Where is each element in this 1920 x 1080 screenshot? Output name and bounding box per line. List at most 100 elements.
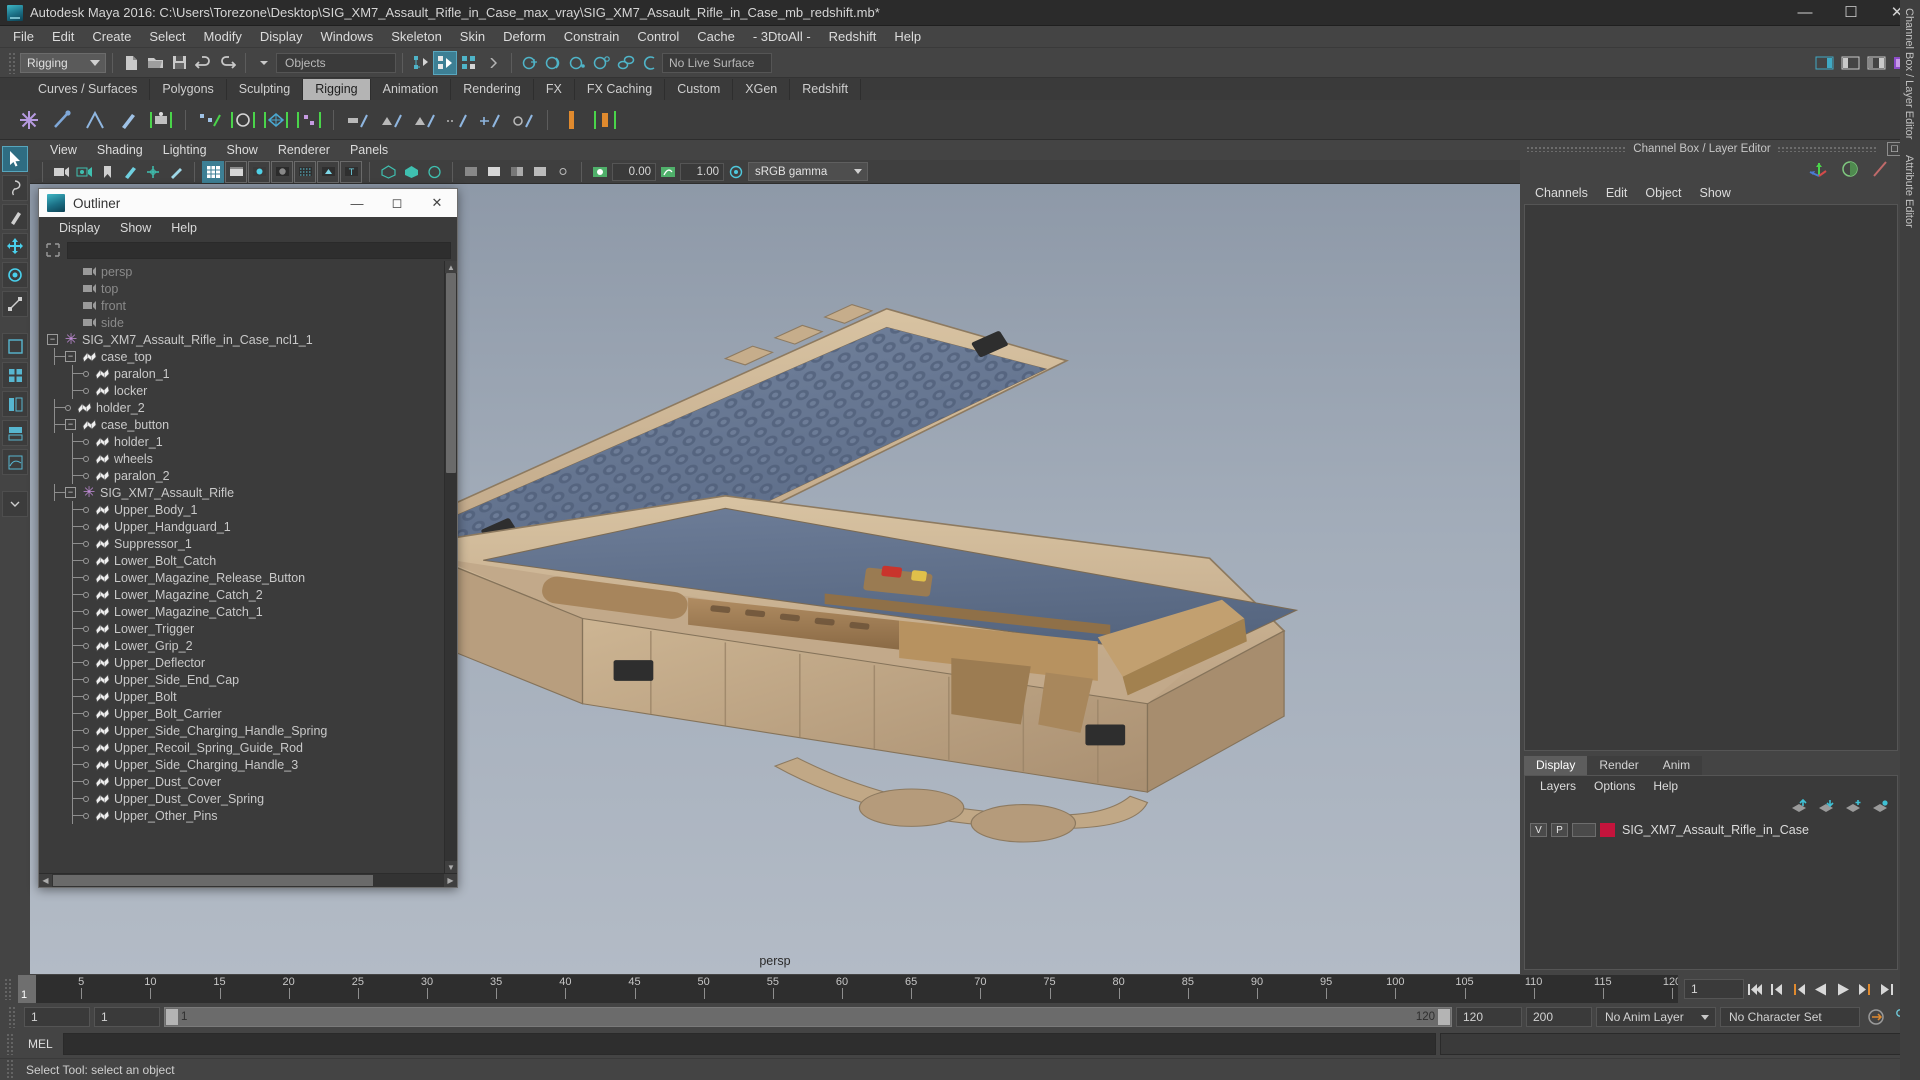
viewport-menu-shading[interactable]: Shading	[87, 143, 153, 157]
manipulator-axis-icon[interactable]	[1808, 160, 1830, 181]
create-ik-handle-icon[interactable]	[47, 105, 77, 135]
exposure-icon[interactable]	[589, 161, 611, 183]
move-layer-down-icon[interactable]	[1817, 799, 1835, 816]
selection-mask-field[interactable]: Objects	[276, 52, 396, 73]
go-to-start-button[interactable]	[1744, 977, 1766, 1001]
aim-constraint-icon[interactable]	[475, 105, 505, 135]
step-back-keyframe-button[interactable]	[1766, 977, 1788, 1001]
outliner-expand-toggle[interactable]: −	[65, 487, 76, 498]
gamma-icon[interactable]	[657, 161, 679, 183]
quick-rig-icon[interactable]	[557, 105, 587, 135]
view-layout-persp-outliner-button[interactable]	[2, 391, 28, 417]
bookmark-icon[interactable]	[96, 161, 118, 183]
menu-display[interactable]: Display	[251, 26, 312, 48]
menu-create[interactable]: Create	[83, 26, 140, 48]
outliner-item[interactable]: locker	[39, 382, 444, 399]
viewport-menu-view[interactable]: View	[40, 143, 87, 157]
view-layout-single-button[interactable]	[2, 333, 28, 359]
move-tool-button[interactable]	[2, 233, 28, 259]
select-tool-button[interactable]	[2, 146, 28, 172]
menu-3dtoall[interactable]: - 3DtoAll -	[744, 26, 820, 48]
wireframe-shading-icon[interactable]	[202, 160, 224, 183]
save-scene-icon[interactable]	[167, 51, 191, 75]
layers-menu-help[interactable]: Help	[1644, 779, 1687, 793]
outliner-item[interactable]: Upper_Side_Charging_Handle_Spring	[39, 722, 444, 739]
range-slider-left-handle[interactable]	[166, 1009, 178, 1025]
snap-to-projected-center-icon[interactable]	[590, 51, 614, 75]
statusbar-grip[interactable]	[6, 1058, 14, 1080]
make-live-icon[interactable]	[638, 51, 662, 75]
snap-to-view-plane-icon[interactable]	[614, 51, 638, 75]
snap-to-grid-icon[interactable]	[518, 51, 542, 75]
toolbar-grip[interactable]	[8, 51, 16, 74]
cluster-deformer-icon[interactable]	[228, 105, 258, 135]
layer-list[interactable]: V P SIG_XM7_Assault_Rifle_in_Case	[1525, 818, 1897, 969]
image-plane-icon[interactable]	[119, 161, 141, 183]
outliner-item[interactable]: paralon_2	[39, 467, 444, 484]
outliner-item[interactable]: Upper_Side_End_Cap	[39, 671, 444, 688]
shelf-tab-redshift[interactable]: Redshift	[790, 79, 862, 100]
range-slider-right-handle[interactable]	[1438, 1009, 1450, 1025]
maximize-button[interactable]: ☐	[1828, 0, 1874, 25]
outliner-close-button[interactable]: ✕	[417, 189, 457, 217]
outliner-item[interactable]: − case_button	[39, 416, 444, 433]
anim-layer-selector[interactable]: No Anim Layer	[1596, 1007, 1716, 1027]
outliner-item[interactable]: Lower_Trigger	[39, 620, 444, 637]
hierarchy-mode-icon[interactable]	[409, 51, 433, 75]
menu-edit[interactable]: Edit	[43, 26, 83, 48]
layer-tab-render[interactable]: Render	[1587, 756, 1651, 775]
menu-file[interactable]: File	[4, 26, 43, 48]
outliner-search-input[interactable]	[67, 241, 451, 259]
outliner-item[interactable]: Lower_Magazine_Catch_2	[39, 586, 444, 603]
view-layout-hypershade-button[interactable]	[2, 420, 28, 446]
parent-constraint-icon[interactable]	[343, 105, 373, 135]
outliner-item[interactable]: paralon_1	[39, 365, 444, 382]
layer-tab-display[interactable]: Display	[1524, 756, 1588, 775]
smooth-shade-all-icon[interactable]	[225, 160, 247, 183]
toggle-motionblur-icon[interactable]	[506, 161, 528, 183]
new-scene-icon[interactable]	[119, 51, 143, 75]
melbar-grip[interactable]	[6, 1033, 14, 1055]
shaded-sphere-icon[interactable]	[271, 160, 293, 183]
flat-shade-icon[interactable]	[248, 160, 270, 183]
shelf-tab-xgen[interactable]: XGen	[733, 79, 791, 100]
snap-to-curve-icon[interactable]	[542, 51, 566, 75]
viewport-menu-panels[interactable]: Panels	[340, 143, 398, 157]
scrollbar-thumb[interactable]	[446, 273, 456, 473]
outliner-item[interactable]: Suppressor_1	[39, 535, 444, 552]
render-slash-icon[interactable]	[1870, 160, 1890, 181]
hscrollbar-thumb[interactable]	[53, 875, 373, 886]
viewport-menu-renderer[interactable]: Renderer	[268, 143, 340, 157]
scale-constraint-icon[interactable]	[442, 105, 472, 135]
auto-keyframe-toggle-icon[interactable]	[1864, 1006, 1888, 1028]
step-back-frame-button[interactable]	[1788, 977, 1810, 1001]
create-ik-spline-icon[interactable]	[80, 105, 110, 135]
point-constraint-icon[interactable]	[376, 105, 406, 135]
step-forward-frame-button[interactable]	[1854, 977, 1876, 1001]
menu-windows[interactable]: Windows	[311, 26, 382, 48]
layers-menu-layers[interactable]: Layers	[1531, 779, 1585, 793]
outliner-item[interactable]: Lower_Magazine_Catch_1	[39, 603, 444, 620]
layer-color-swatch[interactable]	[1600, 823, 1615, 837]
grease-pencil-icon[interactable]	[165, 161, 187, 183]
color-management-icon[interactable]	[725, 161, 747, 183]
component-mode-icon[interactable]	[457, 51, 481, 75]
outliner-expand-toggle[interactable]: −	[65, 419, 76, 430]
outliner-item[interactable]: Upper_Other_Pins	[39, 807, 444, 824]
orient-constraint-icon[interactable]	[409, 105, 439, 135]
command-input-field[interactable]	[62, 1033, 1436, 1055]
new-layer-from-selection-icon[interactable]	[1844, 799, 1862, 816]
soft-modification-icon[interactable]	[294, 105, 324, 135]
channelbox-menu-object[interactable]: Object	[1636, 186, 1690, 200]
rotate-tool-button[interactable]	[2, 262, 28, 288]
layer-row[interactable]: V P SIG_XM7_Assault_Rifle_in_Case	[1527, 821, 1895, 839]
viewport-menu-lighting[interactable]: Lighting	[153, 143, 217, 157]
object-mode-icon[interactable]	[433, 50, 457, 75]
animation-end-time-field[interactable]: 200	[1526, 1007, 1592, 1027]
character-set-selector[interactable]: No Character Set	[1720, 1007, 1860, 1027]
outliner-item[interactable]: − ✳ SIG_XM7_Assault_Rifle	[39, 484, 444, 501]
move-layer-up-icon[interactable]	[1790, 798, 1808, 816]
xray-shading-icon[interactable]	[377, 161, 399, 183]
search-filter-icon[interactable]	[45, 242, 61, 258]
redo-icon[interactable]	[215, 51, 239, 75]
